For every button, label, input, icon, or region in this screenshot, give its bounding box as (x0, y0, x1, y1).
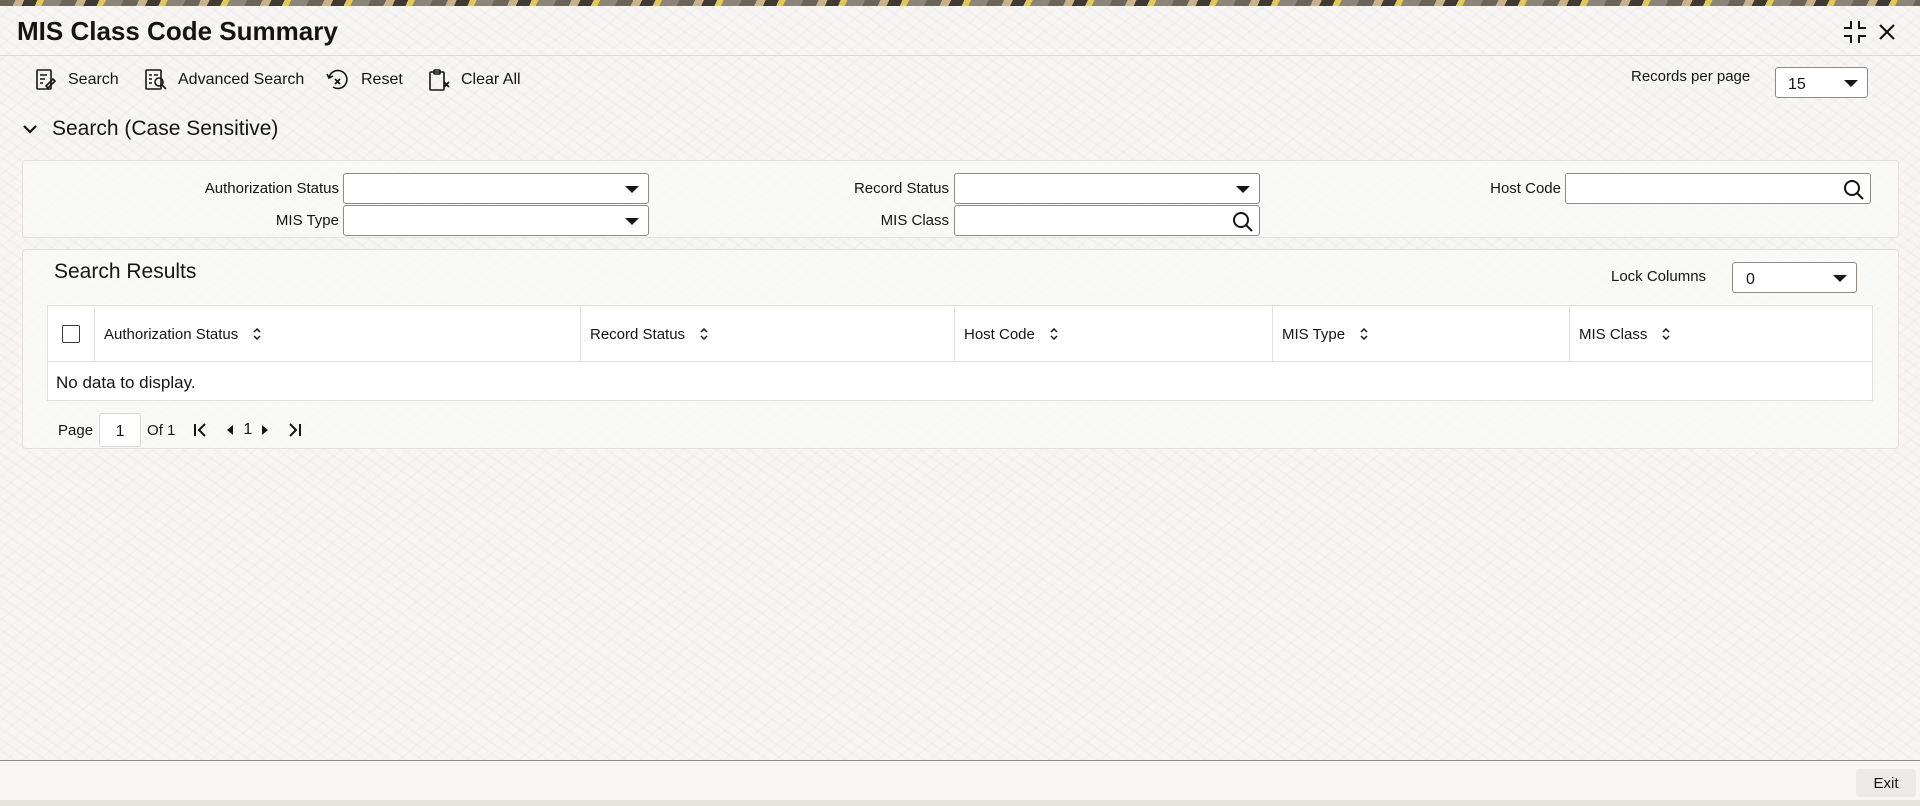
first-page-icon[interactable] (189, 418, 211, 442)
chevron-down-icon (1833, 275, 1847, 282)
results-table: Authorization Status Record Status Host … (47, 305, 1873, 401)
page-count-label: Of 1 (147, 421, 176, 439)
record-status-select[interactable] (954, 173, 1260, 204)
bottom-edge (0, 800, 1920, 806)
current-page-number: 1 (243, 421, 253, 438)
search-section-toggle[interactable]: Search (Case Sensitive) (22, 115, 278, 143)
page-label: Page (58, 421, 94, 439)
sort-icon (1360, 327, 1368, 341)
chevron-down-icon (625, 186, 639, 193)
search-criteria-panel: Authorization Status Record Status Host … (22, 160, 1899, 238)
column-header-label: MIS Type (1282, 325, 1346, 343)
column-header-label: Host Code (964, 325, 1035, 343)
next-page-icon[interactable] (254, 418, 276, 442)
host-code-field[interactable] (1565, 173, 1871, 204)
clear-all-button[interactable]: Clear All (427, 64, 521, 96)
search-button[interactable]: Search (34, 64, 119, 96)
search-results-title: Search Results (54, 260, 197, 283)
pagination: Page 1 Of 1 1 (58, 413, 306, 447)
reset-button[interactable]: Reset (325, 64, 403, 96)
last-page-icon[interactable] (284, 418, 306, 442)
mis-class-label: MIS Class (880, 212, 949, 229)
lock-columns-value: 0 (1746, 271, 1755, 288)
advanced-search-icon (145, 69, 167, 90)
column-header-label: Authorization Status (104, 325, 239, 343)
chevron-down-icon (23, 125, 37, 134)
clear-all-button-label: Clear All (461, 71, 521, 88)
sort-icon (700, 327, 708, 341)
footer-bar: Exit (0, 760, 1920, 800)
clipboard-clear-icon (429, 69, 450, 91)
compress-icon[interactable] (1841, 18, 1869, 46)
column-header-mis-class[interactable]: MIS Class (1569, 306, 1872, 362)
exit-button[interactable]: Exit (1856, 769, 1916, 797)
records-per-page-label: Records per page (1631, 68, 1751, 85)
sort-icon (253, 327, 261, 341)
authorization-status-label: Authorization Status (204, 180, 339, 197)
title-bar: MIS Class Code Summary (0, 6, 1920, 56)
mis-type-select[interactable] (343, 205, 649, 236)
page-title: MIS Class Code Summary (17, 16, 338, 46)
mis-type-label: MIS Type (275, 212, 339, 229)
page-number-input[interactable]: 1 (99, 413, 142, 447)
chevron-down-icon (625, 218, 639, 225)
column-header-host-code[interactable]: Host Code (954, 306, 1272, 362)
column-header-label: Record Status (590, 325, 686, 343)
column-header-authorization-status[interactable]: Authorization Status (94, 306, 580, 362)
search-icon[interactable] (1231, 210, 1255, 234)
sort-icon (1662, 327, 1670, 341)
chevron-down-icon (1844, 80, 1858, 87)
column-header-label: MIS Class (1579, 325, 1648, 343)
lock-columns-label: Lock Columns (1611, 268, 1707, 285)
mis-class-field[interactable] (954, 205, 1260, 236)
authorization-status-select[interactable] (343, 173, 649, 204)
advanced-search-button-label: Advanced Search (178, 71, 305, 88)
search-section-title: Search (Case Sensitive) (52, 117, 279, 140)
record-status-label: Record Status (853, 180, 949, 197)
records-per-page-value: 15 (1788, 76, 1806, 93)
search-doc-icon (36, 69, 57, 90)
host-code-label: Host Code (1490, 180, 1561, 197)
records-per-page-select[interactable]: 15 (1775, 67, 1868, 98)
select-all-checkbox[interactable] (62, 325, 80, 343)
lock-columns-select[interactable]: 0 (1732, 262, 1857, 293)
search-icon[interactable] (1842, 178, 1866, 202)
search-button-label: Search (68, 71, 119, 88)
reset-icon (326, 69, 348, 90)
close-icon[interactable] (1873, 18, 1901, 46)
sort-icon (1050, 327, 1058, 341)
previous-page-icon[interactable] (219, 418, 241, 442)
column-header-record-status[interactable]: Record Status (580, 306, 954, 362)
column-header-mis-type[interactable]: MIS Type (1272, 306, 1569, 362)
empty-table-message: No data to display. (56, 373, 196, 392)
reset-button-label: Reset (361, 71, 403, 88)
chevron-down-icon (1236, 186, 1250, 193)
advanced-search-button[interactable]: Advanced Search (144, 64, 304, 96)
table-header: Authorization Status Record Status Host … (48, 306, 1872, 362)
